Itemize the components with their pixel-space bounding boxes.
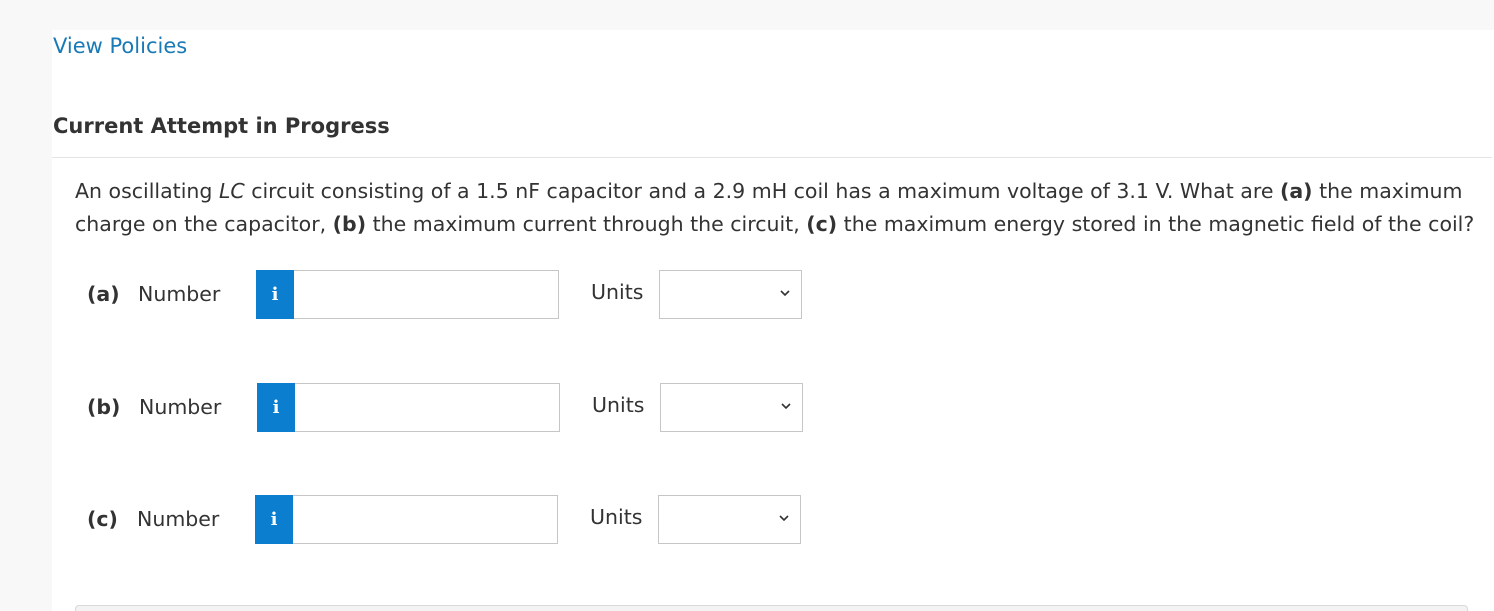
- units-label: Units: [591, 280, 644, 304]
- chevron-down-icon: [781, 403, 791, 410]
- info-icon[interactable]: i: [256, 270, 294, 319]
- number-input-c[interactable]: [293, 495, 558, 544]
- part-label: (a): [87, 282, 120, 306]
- top-strip: [0, 0, 1494, 30]
- next-section-edge: [75, 605, 1468, 611]
- part-label: (c): [87, 507, 118, 531]
- part-label: (b): [87, 395, 121, 419]
- info-icon[interactable]: i: [255, 495, 293, 544]
- chevron-down-icon: [780, 290, 790, 297]
- attempt-heading: Current Attempt in Progress: [53, 114, 390, 138]
- question-text: An oscillating LC circuit consisting of …: [75, 179, 1475, 236]
- answer-row-c: (c) Number i Units: [0, 495, 1494, 545]
- units-select-a[interactable]: [659, 270, 802, 319]
- units-select-c[interactable]: [658, 495, 801, 544]
- number-label: Number: [138, 282, 221, 306]
- units-select-b[interactable]: [660, 383, 803, 432]
- view-policies-link[interactable]: View Policies: [53, 34, 187, 58]
- number-label: Number: [139, 395, 222, 419]
- info-icon[interactable]: i: [257, 383, 295, 432]
- number-label: Number: [137, 507, 220, 531]
- units-label: Units: [592, 393, 645, 417]
- number-input-a[interactable]: [294, 270, 559, 319]
- chevron-down-icon: [779, 515, 789, 522]
- units-label: Units: [590, 505, 643, 529]
- number-input-b[interactable]: [295, 383, 560, 432]
- divider: [52, 157, 1492, 158]
- answer-row-b: (b) Number i Units: [0, 383, 1494, 433]
- answer-row-a: (a) Number i Units: [0, 270, 1494, 320]
